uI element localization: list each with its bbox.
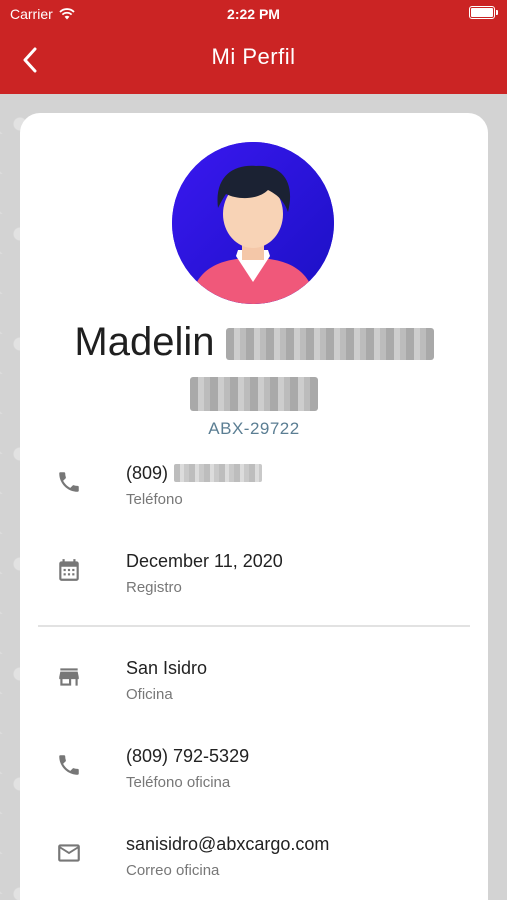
info-row-phone[interactable]: (809) Teléfono (20, 463, 488, 523)
divider (38, 625, 470, 627)
status-time: 2:22 PM (227, 6, 280, 22)
info-row-registro: December 11, 2020 Registro (20, 551, 488, 611)
phone-icon (59, 472, 79, 492)
registro-label: Registro (126, 579, 182, 596)
phone-icon (59, 755, 79, 775)
telefono-oficina-label: Teléfono oficina (126, 774, 231, 791)
user-first-name: Madelin (74, 320, 215, 364)
phone-value: (809) (126, 463, 263, 484)
redacted-name-line (190, 377, 318, 411)
phone-prefix: (809) (126, 463, 169, 483)
page-title: Mi Perfil (211, 44, 296, 69)
profile-card: Madelin ABX-29722 (809) Teléfono Decembe… (20, 113, 488, 900)
redacted-phone (174, 464, 263, 482)
info-row-oficina: San Isidro Oficina (20, 658, 488, 718)
nav-bar: Mi Perfil (0, 28, 507, 94)
user-name: Madelin (20, 318, 488, 366)
calendar-icon (59, 559, 79, 581)
telefono-oficina-value: (809) 792-5329 (126, 746, 250, 766)
status-bar: Carrier 2:22 PM (0, 0, 507, 28)
oficina-label: Oficina (126, 686, 173, 703)
store-icon (59, 668, 79, 686)
correo-oficina-label: Correo oficina (126, 862, 220, 879)
correo-oficina-value: sanisidro@abxcargo.com (126, 834, 330, 854)
user-avatar-icon (172, 142, 334, 304)
phone-label: Teléfono (126, 491, 183, 508)
app-header: Carrier 2:22 PM Mi Perfil (0, 0, 507, 94)
oficina-value: San Isidro (126, 658, 208, 678)
info-row-correo-oficina[interactable]: sanisidro@abxcargo.com Correo oficina (20, 834, 488, 894)
info-row-telefono-oficina[interactable]: (809) 792-5329 Teléfono oficina (20, 746, 488, 806)
user-code: ABX-29722 (208, 419, 300, 438)
registro-value: December 11, 2020 (126, 551, 283, 571)
redacted-surname (225, 328, 434, 361)
avatar (172, 142, 334, 304)
mail-icon (58, 844, 80, 862)
battery-icon (469, 6, 498, 19)
